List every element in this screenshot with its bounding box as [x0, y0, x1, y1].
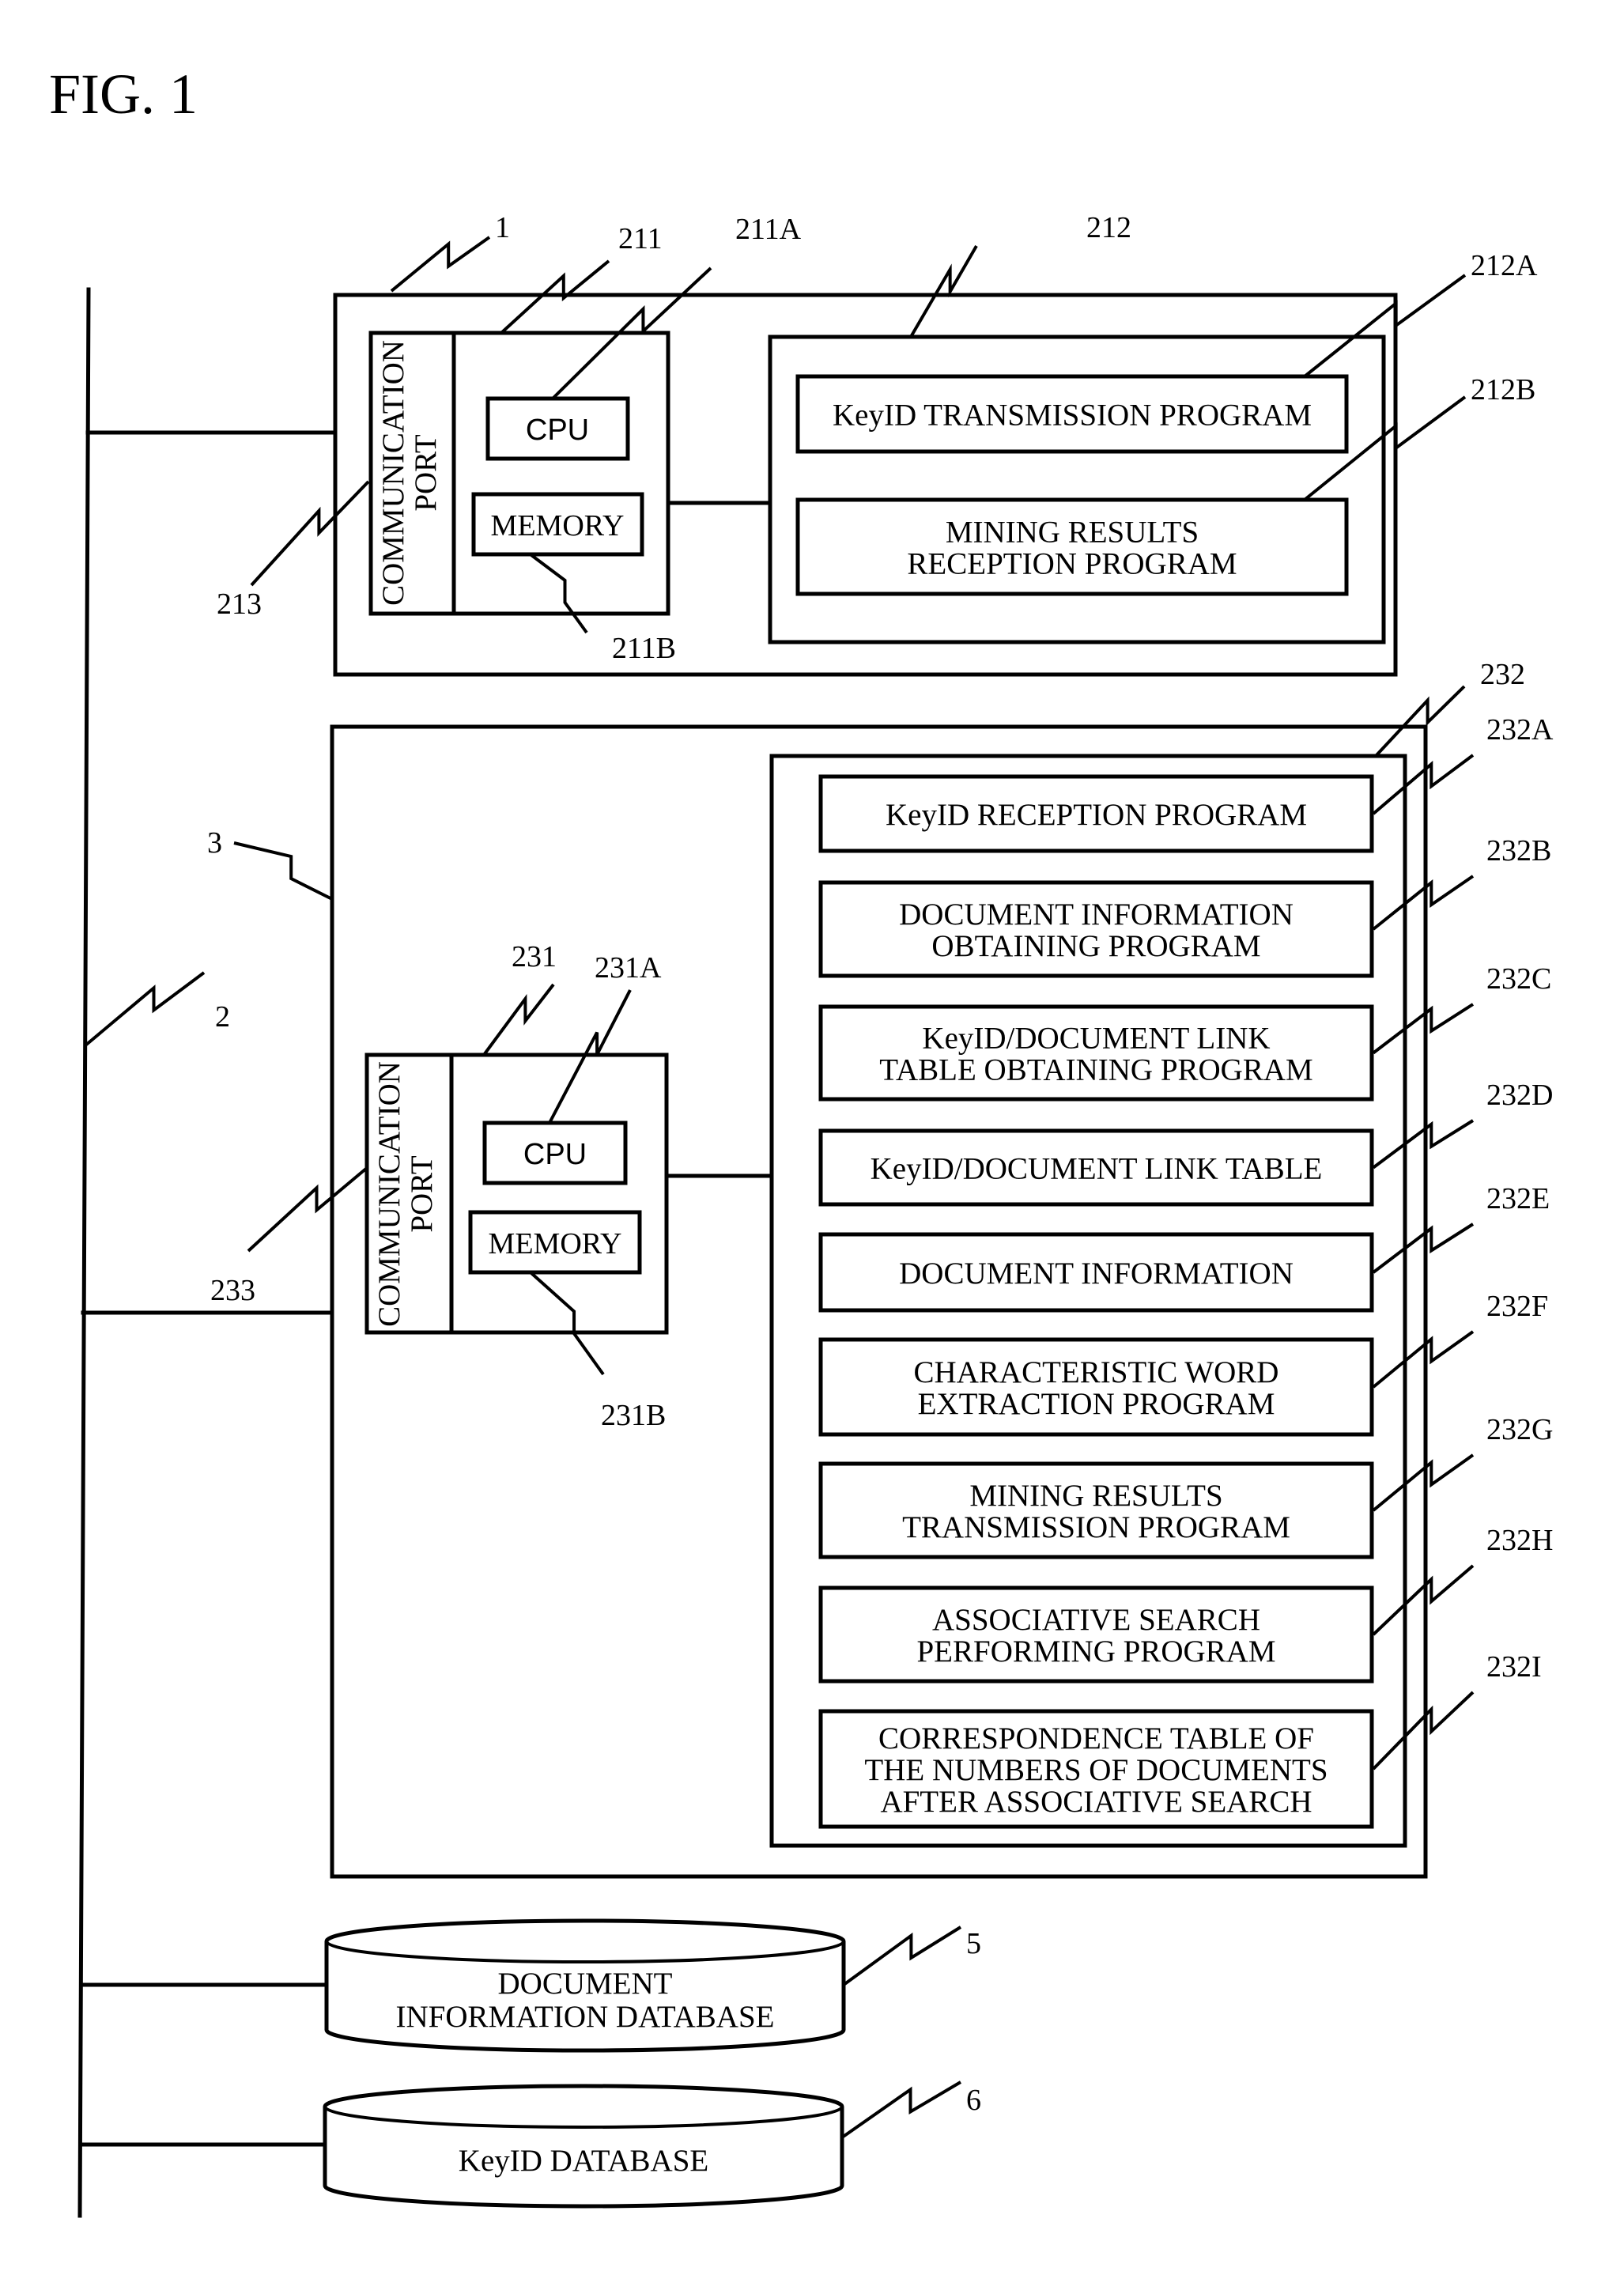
reference-numeral: 6	[840, 2080, 981, 2139]
reference-label: 232C	[1486, 962, 1551, 996]
system-diagram: FIG. 1 COMMUNICATION PORT CPU MEMORY Key…	[49, 62, 1554, 2218]
reference-label: 211A	[735, 213, 802, 246]
storage-item-label: KeyID/DOCUMENT LINK	[922, 1022, 1270, 1056]
reference-label: 212A	[1471, 249, 1538, 282]
reference-label: 232I	[1486, 1650, 1542, 1684]
storage-item-label: THE NUMBERS OF DOCUMENTS	[864, 1753, 1328, 1787]
reference-label: 232E	[1486, 1182, 1550, 1215]
reference-label: 232H	[1486, 1524, 1553, 1557]
leader-line	[233, 841, 333, 901]
storage-item-label: KeyID RECEPTION PROGRAM	[886, 798, 1307, 832]
storage-item: DOCUMENT INFORMATIONOBTAINING PROGRAM	[818, 880, 1374, 978]
reference-label: 6	[966, 2084, 981, 2117]
storage-item: CHARACTERISTIC WORDEXTRACTION PROGRAM	[818, 1337, 1374, 1437]
reference-numeral: 1	[390, 211, 510, 293]
storage-item-label: CHARACTERISTIC WORD	[914, 1355, 1279, 1389]
reference-label: 232A	[1486, 713, 1554, 746]
storage-item-label: KeyID TRANSMISSION PROGRAM	[833, 399, 1312, 433]
storage-item-label: DOCUMENT INFORMATION	[899, 1257, 1294, 1291]
reference-numeral: 2	[84, 971, 230, 1047]
storage-item: MINING RESULTSTRANSMISSION PROGRAM	[818, 1461, 1374, 1559]
storage-item-label: ASSOCIATIVE SEARCH	[932, 1603, 1260, 1637]
server-comm-port-label-2: PORT	[405, 1155, 439, 1233]
storage-item-label: TRANSMISSION PROGRAM	[902, 1510, 1290, 1544]
database-cylinder: DOCUMENTINFORMATION DATABASE	[79, 1918, 846, 2053]
database-label: DOCUMENT	[498, 1967, 673, 2001]
reference-label: 232G	[1486, 1413, 1553, 1446]
storage-item: KeyID RECEPTION PROGRAM	[818, 774, 1374, 853]
storage-item: KeyID TRANSMISSION PROGRAM	[795, 374, 1349, 454]
reference-label: 231A	[595, 951, 662, 984]
reference-label: 5	[966, 1927, 981, 1960]
leader-line	[840, 2080, 962, 2139]
storage-item-label: MINING RESULTS	[946, 516, 1199, 550]
reference-numeral: 3	[207, 826, 333, 901]
storage-item-label: PERFORMING PROGRAM	[916, 1635, 1275, 1669]
database-label: INFORMATION DATABASE	[396, 2000, 775, 2034]
storage-item-label: MINING RESULTS	[969, 1479, 1222, 1513]
figure-title: FIG. 1	[49, 62, 198, 126]
storage-item-label: KeyID/DOCUMENT LINK TABLE	[871, 1152, 1323, 1186]
storage-item: ASSOCIATIVE SEARCHPERFORMING PROGRAM	[818, 1585, 1374, 1684]
terminal-comm-port-label-2: PORT	[409, 434, 443, 512]
leader-line	[390, 236, 491, 293]
reference-label: 232B	[1486, 834, 1551, 867]
storage-item: MINING RESULTSRECEPTION PROGRAM	[795, 497, 1349, 596]
databases: DOCUMENTINFORMATION DATABASE KeyID DATABA…	[79, 1918, 846, 2209]
database-label: KeyID DATABASE	[459, 2144, 708, 2178]
storage-item-label: TABLE OBTAINING PROGRAM	[879, 1053, 1312, 1087]
server-cpu-label: CPU	[523, 1138, 587, 1171]
terminal-comm-port-label-1: COMMUNICATION	[376, 340, 410, 606]
reference-label: 213	[217, 588, 262, 621]
terminal-cpu-label: CPU	[526, 414, 589, 447]
reference-label: 211	[618, 222, 663, 255]
storage-item-label: CORRESPONDENCE TABLE OF	[878, 1721, 1314, 1755]
storage-item: CORRESPONDENCE TABLE OFTHE NUMBERS OF DO…	[818, 1709, 1374, 1829]
reference-label: 2	[215, 1000, 230, 1034]
storage-item: KeyID/DOCUMENT LINK TABLE	[818, 1128, 1374, 1207]
server-comm-port-label-1: COMMUNICATION	[372, 1061, 406, 1327]
reference-label: 212B	[1471, 373, 1535, 406]
leader-line	[842, 1926, 962, 1986]
database-cylinder: KeyID DATABASE	[79, 2084, 844, 2209]
reference-label: 231B	[601, 1399, 666, 1432]
reference-label: 232F	[1486, 1290, 1548, 1323]
reference-label: 233	[210, 1274, 255, 1307]
storage-item: DOCUMENT INFORMATION	[818, 1232, 1374, 1313]
terminal-memory-label: MEMORY	[491, 509, 625, 542]
reference-label: 1	[495, 211, 510, 244]
reference-numeral: 5	[842, 1926, 981, 1986]
server-storage-items: KeyID RECEPTION PROGRAM DOCUMENT INFORMAT…	[818, 774, 1374, 1829]
leader-line	[84, 971, 206, 1047]
reference-label: 231	[512, 940, 557, 973]
network-bus-line	[77, 287, 91, 2218]
terminal-block: COMMUNICATION PORT CPU MEMORY KeyID TRAN…	[85, 293, 1398, 677]
server-memory-label: MEMORY	[489, 1227, 622, 1260]
storage-item: KeyID/DOCUMENT LINKTABLE OBTAINING PROGR…	[818, 1004, 1374, 1102]
server-block: COMMUNICATION PORT CPU MEMORY KeyID RECE…	[81, 724, 1428, 1879]
storage-item-label: RECEPTION PROGRAM	[907, 547, 1237, 581]
reference-label: 232	[1480, 658, 1525, 691]
storage-item-label: DOCUMENT INFORMATION	[899, 898, 1294, 932]
storage-item-label: OBTAINING PROGRAM	[931, 929, 1260, 963]
reference-label: 232D	[1486, 1079, 1553, 1112]
storage-item-label: EXTRACTION PROGRAM	[918, 1387, 1275, 1421]
reference-label: 3	[207, 826, 222, 860]
storage-item-label: AFTER ASSOCIATIVE SEARCH	[880, 1785, 1312, 1819]
reference-label: 212	[1086, 211, 1131, 244]
reference-label: 211B	[612, 632, 676, 665]
